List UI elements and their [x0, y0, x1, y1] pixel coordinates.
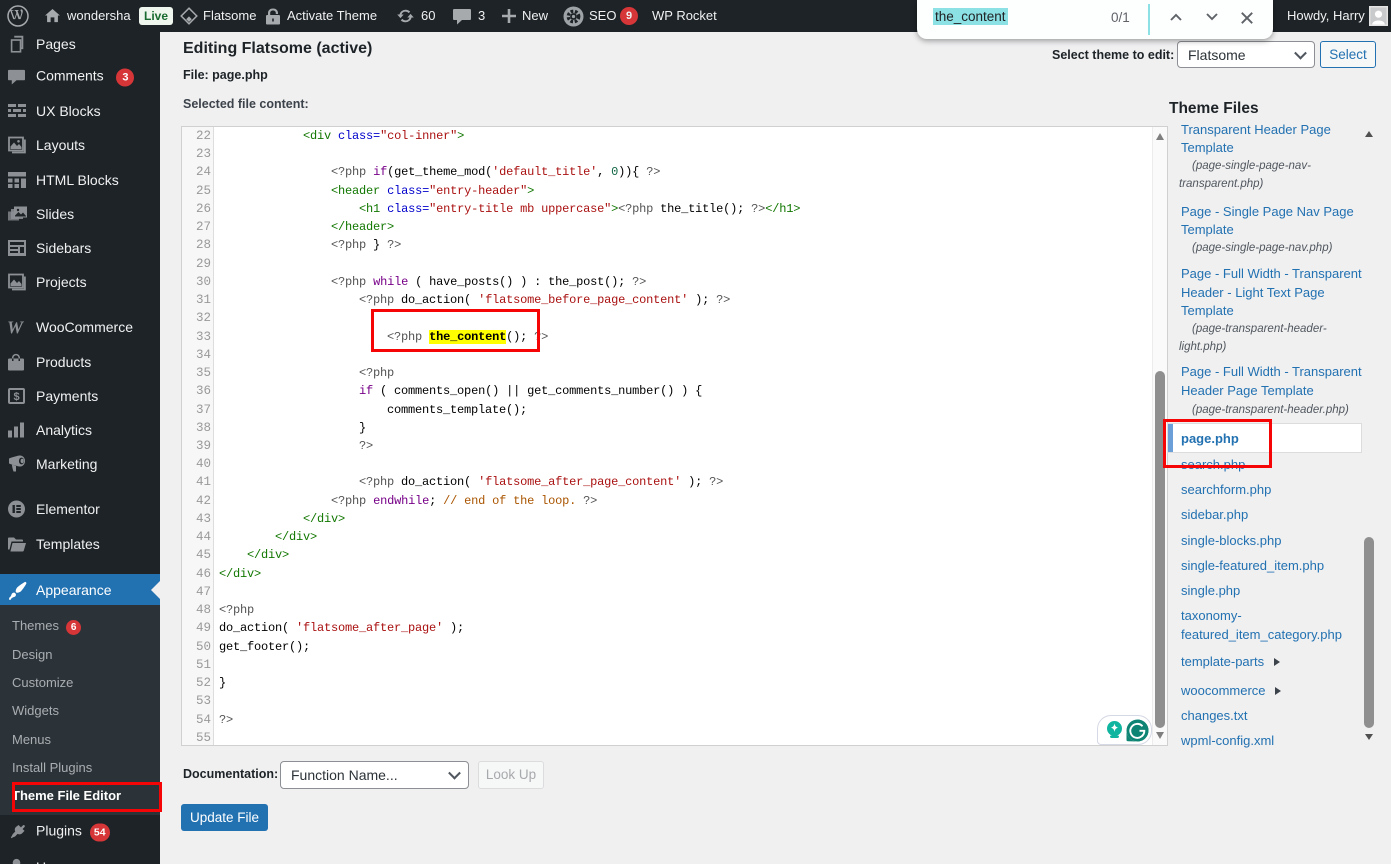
svg-text:$: $ [13, 391, 19, 403]
svg-text:W: W [8, 319, 25, 336]
